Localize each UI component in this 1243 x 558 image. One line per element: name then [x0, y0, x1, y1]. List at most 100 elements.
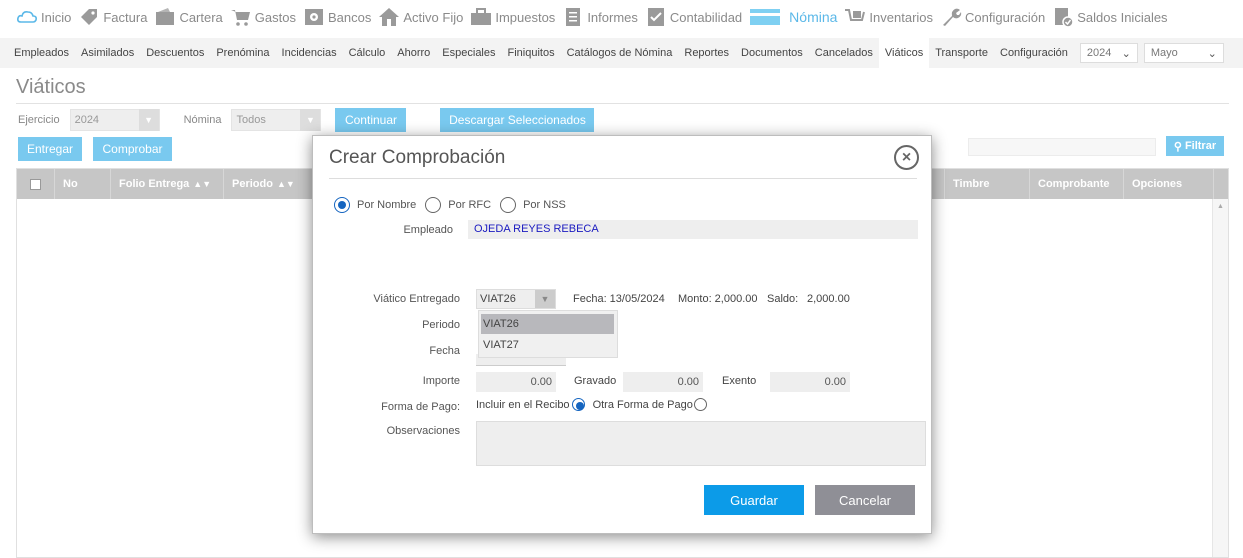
nav-label: Factura — [103, 9, 148, 25]
descargar-seleccionados-button[interactable]: Descargar Seleccionados — [440, 108, 595, 132]
continuar-button[interactable]: Continuar — [335, 108, 407, 132]
month-select[interactable]: Mayo ⌄ — [1143, 43, 1224, 63]
subnav-viaticos[interactable]: Viáticos — [878, 38, 930, 68]
column-header-opciones[interactable]: Opciones — [1124, 169, 1214, 199]
month-value: Mayo — [1150, 47, 1178, 59]
nav-label: Impuestos — [495, 9, 556, 25]
subnav-prenomina[interactable]: Prenómina — [210, 38, 275, 68]
select-all-cell — [17, 169, 55, 199]
nav-contabilidad[interactable]: Contabilidad — [645, 0, 742, 34]
subnav-documentos[interactable]: Documentos — [735, 38, 809, 68]
forma-pago-options: Incluir en el Recibo Otra Forma de Pago — [476, 398, 707, 411]
select-all-checkbox[interactable] — [30, 178, 41, 190]
nomina-value: Todos — [236, 114, 266, 126]
nav-configuracion[interactable]: Configuración — [940, 0, 1045, 34]
viatico-option[interactable]: VIAT26 — [481, 314, 614, 334]
nav-label: Configuración — [965, 9, 1046, 25]
radio-label: Por RFC — [448, 199, 492, 211]
dialog-title: Crear Comprobación — [329, 147, 506, 168]
filtrar-label: Filtrar — [1184, 140, 1217, 152]
nav-inventarios[interactable]: Inventarios — [844, 0, 933, 34]
subnav-configuracion[interactable]: Configuración — [994, 38, 1074, 68]
viatico-monto-info: Monto: 2,000.00 — [678, 293, 758, 305]
column-header-comprobante[interactable]: Comprobante — [1030, 169, 1124, 199]
year-value: 2024 — [1086, 47, 1112, 59]
subnav-calculo[interactable]: Cálculo — [343, 38, 392, 68]
subnav-especiales[interactable]: Especiales — [436, 38, 501, 68]
nomina-label: Nómina — [183, 114, 222, 126]
filter-bar: Ejercicio 2024 ▼ Nómina Todos ▼ Continua… — [18, 108, 595, 132]
main-nav: Inicio Factura Cartera Gastos Bancos Act… — [0, 0, 1243, 34]
subnav-cancelados[interactable]: Cancelados — [809, 38, 879, 68]
sort-icon: ▲▼ — [193, 179, 212, 189]
subnav-incidencias[interactable]: Incidencias — [276, 38, 343, 68]
cancelar-button[interactable]: Cancelar — [815, 485, 915, 515]
subnav-asimilados[interactable]: Asimilados — [75, 38, 140, 68]
column-header-no[interactable]: No — [55, 169, 111, 199]
radio-por-nombre[interactable] — [334, 197, 350, 213]
guardar-button[interactable]: Guardar — [704, 485, 804, 515]
radio-label: Por Nombre — [357, 199, 417, 211]
empleado-field[interactable]: OJEDA REYES REBECA — [468, 220, 918, 239]
nav-saldos-iniciales[interactable]: Saldos Iniciales — [1052, 0, 1168, 34]
year-select[interactable]: 2024 ⌄ — [1079, 43, 1138, 63]
subnav-reportes[interactable]: Reportes — [678, 38, 735, 68]
column-header-timbre[interactable]: Timbre — [945, 169, 1030, 199]
column-header-periodo[interactable]: Periodo ▲▼ — [224, 169, 324, 199]
page-title: Viáticos — [16, 76, 86, 98]
viatico-option[interactable]: VIAT27 — [481, 335, 614, 355]
nav-activo-fijo[interactable]: Activo Fijo — [378, 0, 463, 34]
subnav-empleados[interactable]: Empleados — [8, 38, 75, 68]
subnav-transporte[interactable]: Transporte — [929, 38, 994, 68]
chevron-down-icon: ⌄ — [1121, 47, 1131, 60]
sort-icon: ▲▼ — [276, 179, 295, 189]
column-header-folio-entrega[interactable]: Folio Entrega ▲▼ — [111, 169, 224, 199]
subnav-descuentos[interactable]: Descuentos — [140, 38, 210, 68]
close-button[interactable]: × — [894, 145, 919, 170]
forma-pago-label: Forma de Pago: — [381, 401, 460, 413]
radio-otra-forma-pago[interactable] — [693, 398, 707, 411]
nav-bancos[interactable]: Bancos — [303, 0, 371, 34]
column-label: Folio Entrega — [119, 178, 190, 190]
radio-incluir-recibo[interactable] — [571, 398, 585, 411]
nav-nomina[interactable]: Nómina — [749, 0, 837, 34]
nav-factura[interactable]: Factura — [78, 0, 147, 34]
nav-label: Informes — [587, 9, 638, 25]
nav-impuestos[interactable]: Impuestos — [470, 0, 555, 34]
search-input[interactable] — [968, 138, 1156, 156]
exento-field[interactable]: 0.00 — [770, 372, 850, 392]
nav-gastos[interactable]: Gastos — [230, 0, 296, 34]
nomina-select[interactable]: Todos ▼ — [231, 109, 322, 131]
sub-nav: Empleados Asimilados Descuentos Prenómin… — [0, 38, 1243, 68]
filtrar-button[interactable]: ⚲ Filtrar — [1166, 136, 1224, 156]
safe-icon — [303, 7, 325, 27]
divider — [329, 178, 917, 179]
viatico-select[interactable]: VIAT26 ▼ — [476, 289, 556, 309]
nav-cartera[interactable]: Cartera — [154, 0, 223, 34]
nav-label: Inventarios — [869, 9, 934, 25]
subnav-finiquitos[interactable]: Finiquitos — [502, 38, 561, 68]
subnav-ahorro[interactable]: Ahorro — [391, 38, 436, 68]
vertical-scrollbar[interactable]: ▲ — [1212, 199, 1228, 557]
nav-label: Activo Fijo — [403, 9, 464, 25]
gravado-field[interactable]: 0.00 — [623, 372, 703, 392]
observaciones-textarea[interactable] — [476, 421, 926, 466]
ejercicio-select[interactable]: 2024 ▼ — [69, 109, 160, 131]
chevron-down-icon: ▼ — [300, 109, 321, 131]
radio-por-rfc[interactable] — [425, 197, 442, 213]
nav-informes[interactable]: Informes — [562, 0, 638, 34]
importe-field[interactable]: 0.00 — [476, 372, 556, 392]
nav-label: Contabilidad — [669, 9, 743, 25]
divider — [16, 103, 1229, 104]
nav-inicio[interactable]: Inicio — [16, 0, 71, 34]
house-icon — [378, 7, 400, 27]
comprobar-button[interactable]: Comprobar — [93, 137, 172, 161]
empleado-label: Empleado — [403, 224, 453, 236]
radio-por-nss[interactable] — [500, 197, 517, 213]
subnav-catalogos[interactable]: Catálogos de Nómina — [561, 38, 679, 68]
checklist-icon — [645, 7, 667, 27]
entregar-button[interactable]: Entregar — [18, 137, 82, 161]
tag-icon — [78, 7, 100, 27]
document-icon — [562, 7, 584, 27]
observaciones-label: Observaciones — [386, 425, 460, 437]
